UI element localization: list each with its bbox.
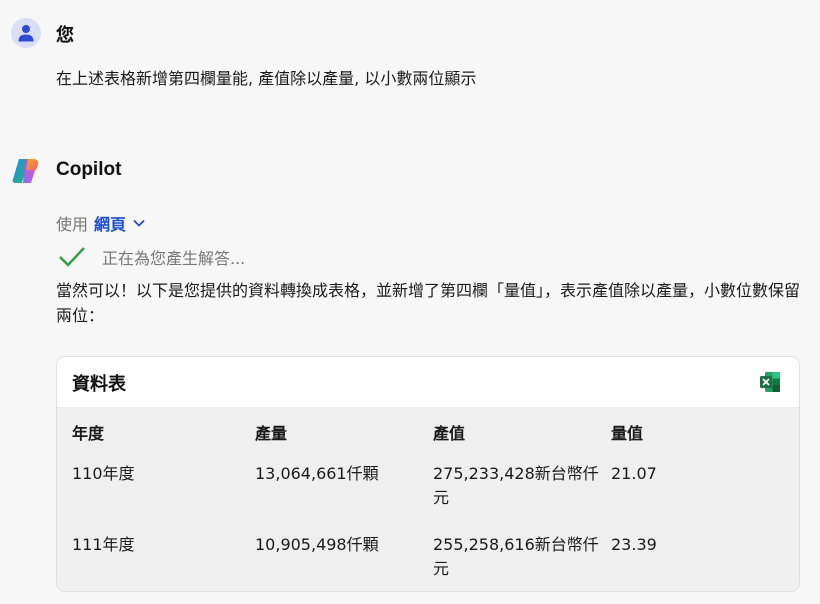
user-avatar (11, 18, 41, 48)
table-title: 資料表 (72, 374, 126, 395)
column-header-ratio: 量值 (611, 424, 644, 443)
data-table-card: 資料表 年度 產量 產值 量值 110年度 13,064,661仟顆 275,2… (56, 356, 800, 592)
table-cell: 111年度 (72, 535, 135, 554)
checkmark-icon (59, 247, 85, 267)
person-icon (18, 25, 34, 42)
table-cell: 255,258,616新台幣仟元 (433, 535, 599, 578)
status-text: 正在為您產生解答... (102, 249, 246, 268)
table-cell: 110年度 (72, 464, 135, 483)
column-header-value: 產值 (433, 424, 466, 443)
column-header-year: 年度 (72, 424, 105, 443)
user-message: 在上述表格新增第四欄量能, 產值除以產量, 以小數兩位顯示 (56, 69, 477, 88)
table-header-bar: 資料表 (57, 357, 799, 407)
excel-icon[interactable] (759, 371, 781, 393)
copilot-name: Copilot (56, 159, 122, 180)
table-cell: 13,064,661仟顆 (255, 464, 379, 483)
source-selector[interactable]: 使用 網頁 (56, 211, 145, 235)
table-cell: 275,233,428新台幣仟元 (433, 464, 599, 507)
table-cell: 23.39 (611, 535, 657, 554)
source-link[interactable]: 網頁 (94, 211, 126, 235)
chevron-down-icon[interactable] (133, 219, 145, 227)
answer-text: 當然可以！以下是您提供的資料轉換成表格，並新增了第四欄「量值」，表示產值除以產量… (56, 281, 801, 325)
copilot-logo-icon (12, 159, 39, 183)
table-cell: 10,905,498仟顆 (255, 535, 379, 554)
column-header-output: 產量 (255, 424, 288, 443)
source-prefix: 使用 (56, 215, 89, 234)
status-row: 正在為您產生解答... (58, 245, 245, 269)
table-cell: 21.07 (611, 464, 657, 483)
chat-page: 您 在上述表格新增第四欄量能, 產值除以產量, 以小數兩位顯示 Copilot … (0, 0, 820, 604)
user-name: 您 (56, 25, 74, 46)
